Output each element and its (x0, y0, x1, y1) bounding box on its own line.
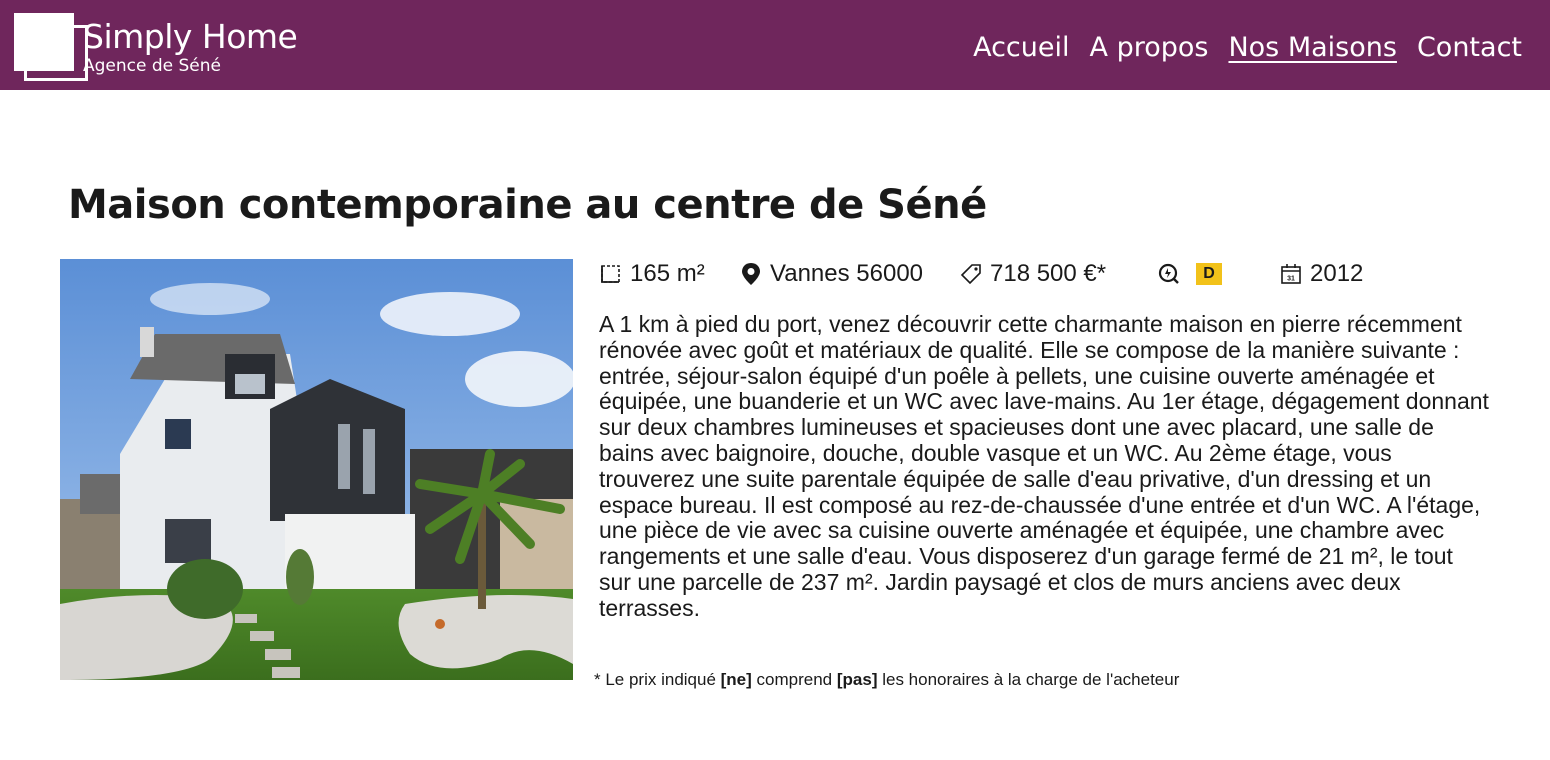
brand-logo[interactable]: Simply Home Agence de Séné (12, 11, 312, 85)
map-pin-icon (738, 261, 764, 287)
fact-surface: 165 m² (598, 257, 705, 291)
brand-title: Simply Home (83, 17, 298, 56)
fact-year: 31 2012 (1278, 257, 1363, 291)
energy-class-badge: D (1196, 263, 1222, 285)
price-tag-icon (958, 261, 984, 287)
nav-accueil[interactable]: Accueil (973, 28, 1069, 68)
note-part-3: les honoraires à la charge de l'acheteur (877, 670, 1180, 689)
nav-nos-maisons[interactable]: Nos Maisons (1228, 28, 1396, 68)
calendar-icon: 31 (1278, 261, 1304, 287)
note-pas: [pas] (836, 670, 878, 689)
listing-facts: 165 m² Vannes 56000 718 500 €* D 31 2012 (598, 257, 1498, 291)
svg-text:31: 31 (1287, 276, 1295, 283)
surface-area-icon (598, 261, 624, 287)
fact-energy: D (1156, 257, 1222, 291)
house-photo (60, 259, 573, 680)
year-value: 2012 (1310, 260, 1364, 287)
listing-title: Maison contemporaine au centre de Séné (68, 182, 987, 228)
nav-contact[interactable]: Contact (1417, 28, 1522, 68)
brand-subtitle: Agence de Séné (83, 56, 222, 76)
energy-icon (1156, 261, 1182, 287)
surface-value: 165 m² (630, 260, 705, 287)
logo-filled-square (14, 13, 74, 71)
fact-location: Vannes 56000 (738, 257, 923, 291)
top-navigation-bar: Simply Home Agence de Séné Accueil A pro… (0, 0, 1550, 90)
location-value: Vannes 56000 (770, 260, 924, 287)
main-nav: Accueil A propos Nos Maisons Contact (973, 28, 1522, 68)
nav-a-propos[interactable]: A propos (1090, 28, 1209, 68)
fact-price: 718 500 €* (958, 257, 1106, 291)
note-ne: [ne] (720, 670, 752, 689)
listing-description: A 1 km à pied du port, venez découvrir c… (599, 311, 1489, 621)
note-part-1: * Le prix indiqué (594, 670, 721, 689)
price-disclaimer: * Le prix indiqué [ne] comprend [pas] le… (594, 670, 1179, 690)
note-part-2: comprend (751, 670, 837, 689)
price-value: 718 500 €* (990, 260, 1107, 287)
